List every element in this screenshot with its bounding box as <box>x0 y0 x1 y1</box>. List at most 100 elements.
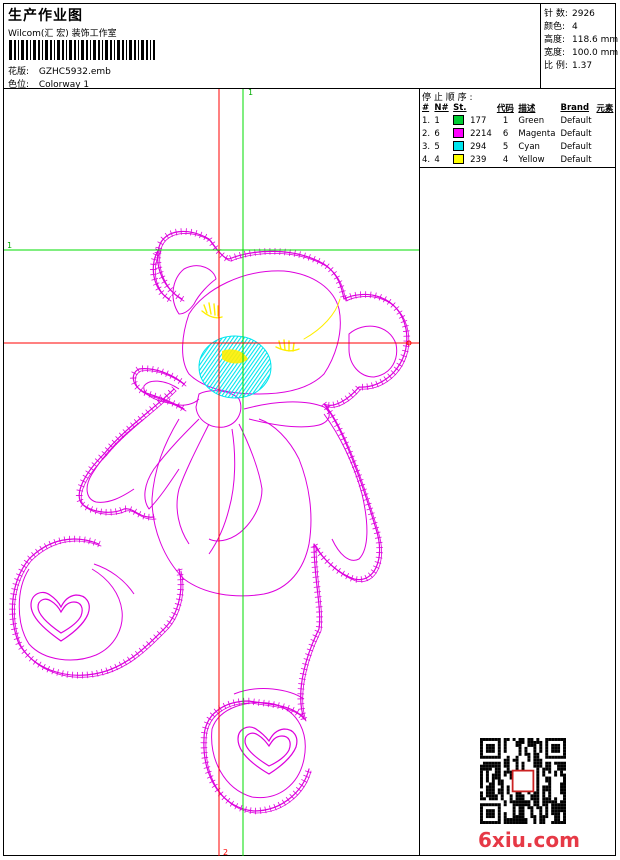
qr-module <box>497 749 501 753</box>
stop-row: 1. 1 177 1 Green Default <box>420 114 616 127</box>
qr-module <box>515 764 519 768</box>
qr-module <box>536 738 540 741</box>
qr-module <box>560 788 564 792</box>
qr-module <box>542 797 546 801</box>
qr-module <box>542 800 546 804</box>
qr-module <box>512 812 516 816</box>
right-foot-heart <box>237 726 298 775</box>
qr-module <box>521 797 525 801</box>
qr-module <box>521 794 525 798</box>
barcode-bar <box>45 40 48 60</box>
qr-module <box>512 809 516 813</box>
qr-module <box>557 812 561 816</box>
qr-module <box>480 785 483 789</box>
qr-module <box>536 761 540 765</box>
qr-module <box>480 764 483 768</box>
satin-stitch-tick <box>166 620 173 625</box>
qr-module <box>533 821 537 824</box>
qr-module <box>557 761 561 765</box>
qr-module <box>533 749 537 753</box>
needle-number: 4 <box>434 154 440 165</box>
qr-module <box>497 806 501 810</box>
right-eyelashes <box>278 339 295 352</box>
qr-module <box>485 809 489 813</box>
qr-module <box>545 809 549 813</box>
needle-number: 5 <box>434 141 440 152</box>
barcode-bar <box>105 40 108 60</box>
qr-module <box>548 782 552 786</box>
qr-module <box>500 791 504 795</box>
right-eye <box>275 346 300 352</box>
barcode-bar <box>62 40 64 60</box>
qr-module <box>554 818 558 822</box>
qr-module <box>497 788 501 792</box>
qr-module <box>548 785 552 789</box>
qr-module <box>560 755 564 759</box>
qr-module <box>480 776 483 780</box>
thread-brand: Default <box>560 141 592 152</box>
qr-module <box>485 788 489 792</box>
qr-module <box>542 773 546 777</box>
stop-number: 1. <box>422 115 431 126</box>
qr-module <box>491 755 495 759</box>
qr-module <box>527 800 531 804</box>
qr-module <box>485 755 489 759</box>
qr-module <box>554 815 558 819</box>
barcode-bar <box>110 40 112 60</box>
qr-module <box>491 821 495 824</box>
qr-module <box>515 800 519 804</box>
satin-stitch-tick <box>383 376 388 383</box>
qr-module <box>515 761 519 765</box>
qr-module <box>542 818 546 822</box>
panel-divider <box>419 88 420 856</box>
qr-module <box>494 761 498 765</box>
col-header: N# <box>434 102 449 113</box>
qr-module <box>533 752 537 756</box>
stitch-count: 294 <box>470 141 487 152</box>
color-swatch <box>453 154 465 165</box>
qr-module <box>485 770 489 774</box>
qr-module <box>488 803 492 807</box>
qr-module <box>480 815 483 819</box>
qr-module <box>563 791 566 795</box>
qr-module <box>494 767 498 771</box>
qr-module <box>480 797 483 801</box>
stat-scale: 比 例: 1.37 <box>544 58 592 71</box>
qr-module <box>542 821 546 824</box>
stat-label: 宽度: <box>544 48 566 58</box>
qr-module <box>551 809 555 813</box>
qr-module <box>497 738 501 741</box>
qr-module <box>530 743 534 747</box>
qr-module <box>527 752 531 756</box>
qr-module <box>560 764 564 768</box>
qr-module <box>518 794 522 798</box>
qr-module <box>557 818 561 822</box>
barcode-bar <box>146 40 148 60</box>
qr-module <box>539 818 543 822</box>
qr-module <box>524 803 528 807</box>
qr-module <box>488 764 492 768</box>
element-cell <box>594 153 616 166</box>
qr-module <box>518 738 522 741</box>
qr-module <box>482 755 486 759</box>
right-foot-heart-inner <box>244 732 291 767</box>
qr-module <box>488 743 492 747</box>
qr-module <box>480 738 483 741</box>
qr-module <box>533 818 537 822</box>
qr-module <box>536 758 540 762</box>
stat-label: 针 数: <box>544 9 568 19</box>
qr-module <box>548 770 552 774</box>
color-description: Cyan <box>518 141 540 152</box>
qr-module <box>515 803 519 807</box>
left-arm-inner <box>86 418 145 503</box>
qr-module <box>527 806 531 810</box>
qr-module <box>545 746 549 750</box>
qr-module <box>545 761 549 765</box>
qr-module <box>494 803 498 807</box>
qr-module <box>545 779 549 783</box>
barcode-bar <box>26 40 28 60</box>
qr-module <box>488 767 492 771</box>
barcode-bar <box>66 40 67 60</box>
qr-module <box>545 743 549 747</box>
qr-module <box>515 740 519 744</box>
